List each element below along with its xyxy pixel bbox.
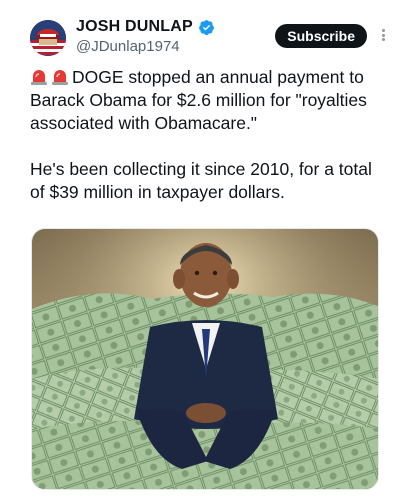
tweet-text: DOGE stopped an annual payment to Barack… bbox=[30, 66, 390, 204]
tweet-header: JOSH DUNLAP @JDunlap1974 Subscribe bbox=[30, 18, 389, 62]
tweet-paragraph-1: DOGE stopped an annual payment to Barack… bbox=[30, 66, 390, 135]
tweet-card: JOSH DUNLAP @JDunlap1974 Subscribe DOGE … bbox=[0, 0, 409, 500]
tweet-line-1: DOGE stopped an annual payment to Barack… bbox=[30, 67, 367, 133]
name-row: JOSH DUNLAP bbox=[76, 18, 215, 36]
police-siren-icon bbox=[30, 68, 48, 86]
verified-badge-icon bbox=[198, 19, 215, 36]
subscribe-button[interactable]: Subscribe bbox=[275, 24, 367, 48]
media-illustration bbox=[32, 229, 378, 489]
author-avatar[interactable] bbox=[30, 20, 66, 56]
tweet-paragraph-2: He's been collecting it since 2010, for … bbox=[30, 159, 372, 202]
author-display-name[interactable]: JOSH DUNLAP bbox=[76, 18, 193, 36]
author-handle[interactable]: @JDunlap1974 bbox=[76, 38, 215, 55]
police-siren-icon bbox=[51, 68, 69, 86]
avatar-image bbox=[30, 20, 66, 56]
author-names: JOSH DUNLAP @JDunlap1974 bbox=[76, 18, 215, 55]
tweet-media-image[interactable] bbox=[31, 228, 379, 490]
more-vertical-icon[interactable] bbox=[377, 26, 389, 44]
